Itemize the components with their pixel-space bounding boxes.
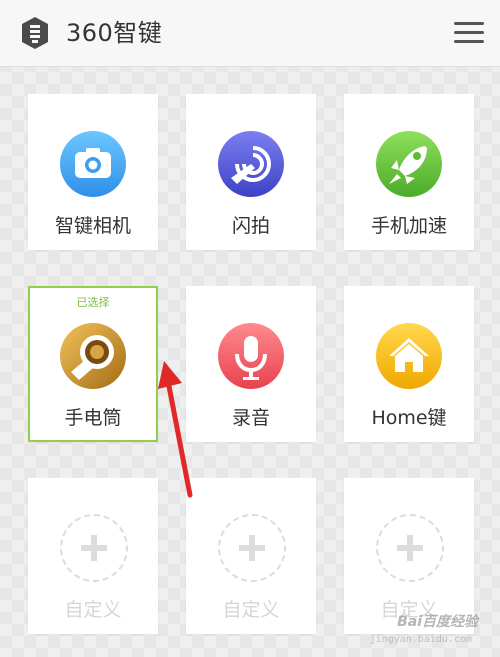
watermark: Bai百度经验 [397,614,478,630]
home-icon [376,323,442,389]
plus-icon [218,514,286,582]
tile-label: Home键 [371,407,447,429]
tile-flash-shot[interactable]: 闪拍 [186,94,316,250]
annotation-arrow [158,361,193,498]
tile-phone-boost[interactable]: 手机加速 [344,94,474,250]
camera-icon [60,131,126,197]
tile-label: 手电筒 [64,407,122,429]
plus-icon [376,514,444,582]
selected-badge: 已选择 [76,296,110,309]
tile-flashlight[interactable]: 已选择 手电筒 [28,286,158,442]
key-logo-icon [22,17,48,49]
microphone-icon [218,323,284,389]
tile-label: 自定义 [222,599,280,621]
tile-label: 闪拍 [231,215,270,237]
watermark-sub: jingyan.baidu.com [369,634,472,645]
tile-label: 自定义 [64,599,122,621]
tile-label: 手机加速 [370,215,447,237]
app-header: 360智键 [0,0,500,67]
tile-home-key[interactable]: Home键 [344,286,474,442]
tile-custom-1[interactable]: 自定义 [28,478,158,634]
touch-tap-icon [218,131,284,197]
flashlight-icon [60,323,126,389]
hamburger-menu-icon[interactable] [454,22,484,44]
tile-custom-2[interactable]: 自定义 [186,478,316,634]
rocket-icon [376,131,442,197]
app-title: 360智键 [66,19,163,47]
plus-icon [60,514,128,582]
tile-label: 智键相机 [54,215,131,237]
tile-camera[interactable]: 智键相机 [28,94,158,250]
